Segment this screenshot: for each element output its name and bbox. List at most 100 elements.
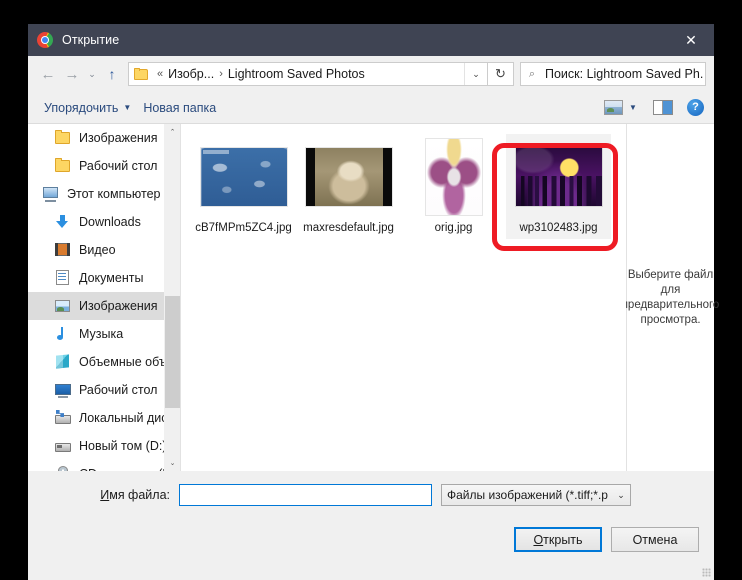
close-icon[interactable]: ✕: [668, 24, 714, 56]
scroll-up-icon[interactable]: ⌃: [165, 124, 180, 140]
file-name: wp3102483.jpg: [519, 222, 598, 234]
sidebar-item-new-volume[interactable]: Новый том (D:): [28, 432, 180, 460]
new-folder-button[interactable]: Новая папка: [137, 98, 222, 118]
this-pc-icon: [42, 186, 60, 202]
thumbnail-wrap: [305, 138, 392, 216]
dialog-buttons: Открыть Отмена: [514, 527, 699, 552]
cancel-button[interactable]: Отмена: [611, 527, 699, 552]
sidebar-item-label: Видео: [79, 243, 116, 257]
file-thumbnail: [305, 148, 392, 206]
filetype-dropdown[interactable]: Файлы изображений (*.tiff;*.p ⌄: [441, 484, 631, 506]
dialog-footer: Имя файла: Файлы изображений (*.tiff;*.p…: [28, 471, 714, 580]
open-file-dialog: Открытие ✕ ← → ⌄ ↑ « Изобр... › Lightroo…: [28, 24, 719, 580]
file-thumbnail: [200, 148, 287, 206]
breadcrumb-item-pictures[interactable]: Изобр...: [167, 67, 215, 81]
chevron-down-icon[interactable]: ⌄: [464, 63, 487, 85]
recent-locations-icon[interactable]: ⌄: [84, 62, 100, 86]
chevron-down-icon[interactable]: ▼: [625, 99, 641, 117]
sidebar-item-pictures[interactable]: Изображения: [28, 292, 180, 320]
breadcrumb-separator: ›: [219, 68, 223, 80]
sidebar-item-label: Изображения: [79, 131, 158, 145]
sidebar-item-label: Объемные объ: [79, 355, 167, 369]
drive-icon: [54, 438, 72, 454]
sidebar-item-label: Музыка: [79, 327, 124, 341]
sidebar-item-label: Downloads: [79, 215, 141, 229]
preview-pane: Выберите файл для предварительного просм…: [622, 124, 719, 471]
organize-button[interactable]: Упорядочить ▼: [38, 98, 137, 118]
sidebar-item-cd-drive[interactable]: CD-дисковод (F: [28, 460, 180, 471]
sidebar-item-label: Рабочий стол: [79, 159, 158, 173]
filename-input[interactable]: [179, 484, 432, 506]
command-bar: Упорядочить ▼ Новая папка ▼ ?: [28, 92, 714, 124]
sidebar-scrollbar[interactable]: ⌃ ⌄: [164, 124, 180, 471]
filename-label-accel: И: [100, 488, 110, 502]
forward-icon[interactable]: →: [60, 62, 84, 86]
sidebar-item-desktop[interactable]: Рабочий стол: [28, 376, 180, 404]
music-icon: [54, 326, 72, 342]
sidebar-item-pictures-quick[interactable]: Изображения: [28, 124, 180, 152]
file-list[interactable]: cB7fMPm5ZC4.jpg maxresdefault.jpg orig.j…: [181, 124, 626, 471]
documents-icon: [54, 270, 72, 286]
sidebar-item-music[interactable]: Музыка: [28, 320, 180, 348]
sidebar-item-label: Рабочий стол: [79, 383, 158, 397]
sidebar-item-label: Этот компьютер: [67, 187, 161, 201]
list-item[interactable]: maxresdefault.jpg: [296, 134, 401, 239]
sidebar-item-label: Изображения: [79, 299, 158, 313]
search-input[interactable]: [543, 66, 705, 82]
refresh-icon[interactable]: ↻: [488, 62, 514, 86]
file-name: maxresdefault.jpg: [303, 222, 394, 234]
chrome-icon: [37, 32, 53, 48]
search-icon: ⌕: [528, 67, 536, 80]
new-folder-label: Новая папка: [143, 100, 217, 115]
breadcrumb-overflow[interactable]: «: [153, 68, 167, 80]
sidebar-item-label: Новый том (D:): [79, 439, 167, 453]
up-one-level-icon[interactable]: ↑: [100, 62, 124, 86]
file-thumbnail: [425, 139, 482, 215]
folder-icon: [134, 68, 148, 80]
thumbnail-wrap: [425, 138, 482, 216]
list-item[interactable]: cB7fMPm5ZC4.jpg: [191, 134, 296, 239]
sidebar-item-desktop-quick[interactable]: Рабочий стол: [28, 152, 180, 180]
dialog-body: Изображения Рабочий стол Этот компьютер …: [28, 124, 719, 471]
thumbnail-wrap: [515, 138, 602, 216]
filename-label: Имя файла:: [46, 488, 179, 502]
thumbnail-wrap: [200, 138, 287, 216]
sidebar-item-label: Локальный дис: [79, 411, 168, 425]
search-box[interactable]: ⌕: [520, 62, 706, 86]
list-item[interactable]: orig.jpg: [401, 134, 506, 239]
chevron-down-icon: ▼: [123, 103, 132, 112]
breadcrumb[interactable]: « Изобр... › Lightroom Saved Photos ⌄: [128, 62, 488, 86]
scrollbar-thumb[interactable]: [165, 296, 180, 408]
video-icon: [54, 242, 72, 258]
local-disk-icon: [54, 410, 72, 426]
breadcrumb-item-current[interactable]: Lightroom Saved Photos: [227, 67, 366, 81]
view-layout-icon[interactable]: [604, 100, 623, 115]
open-button[interactable]: Открыть: [514, 527, 602, 552]
sidebar-item-videos[interactable]: Видео: [28, 236, 180, 264]
back-icon[interactable]: ←: [36, 62, 60, 86]
navigation-bar: ← → ⌄ ↑ « Изобр... › Lightroom Saved Pho…: [28, 56, 714, 92]
list-item-selected[interactable]: wp3102483.jpg: [506, 134, 611, 239]
sidebar-item-local-disk[interactable]: Локальный дис: [28, 404, 180, 432]
sidebar-item-3d-objects[interactable]: Объемные объ: [28, 348, 180, 376]
sidebar-item-this-pc[interactable]: Этот компьютер: [28, 180, 180, 208]
folder-icon: [54, 130, 72, 146]
sidebar-item-downloads[interactable]: Downloads: [28, 208, 180, 236]
view-options-group: ▼ ?: [604, 99, 704, 117]
3d-objects-icon: [54, 354, 72, 370]
help-icon[interactable]: ?: [687, 99, 704, 116]
title-bar: Открытие ✕: [28, 24, 714, 56]
window-title: Открытие: [62, 33, 120, 47]
preview-pane-message: Выберите файл для предварительного просм…: [621, 268, 720, 326]
filetype-value: Файлы изображений (*.tiff;*.p: [447, 488, 608, 502]
sidebar-item-label: Документы: [79, 271, 144, 285]
chevron-down-icon: ⌄: [617, 489, 625, 500]
scroll-down-icon[interactable]: ⌄: [165, 455, 180, 471]
preview-pane-icon[interactable]: [653, 100, 673, 115]
sidebar-item-documents[interactable]: Документы: [28, 264, 180, 292]
filename-label-rest: мя файла:: [109, 488, 170, 502]
downloads-icon: [54, 214, 72, 230]
navigation-sidebar: Изображения Рабочий стол Этот компьютер …: [28, 124, 180, 471]
file-thumbnail: [515, 148, 602, 206]
filename-row: Имя файла: Файлы изображений (*.tiff;*.p…: [28, 471, 714, 506]
